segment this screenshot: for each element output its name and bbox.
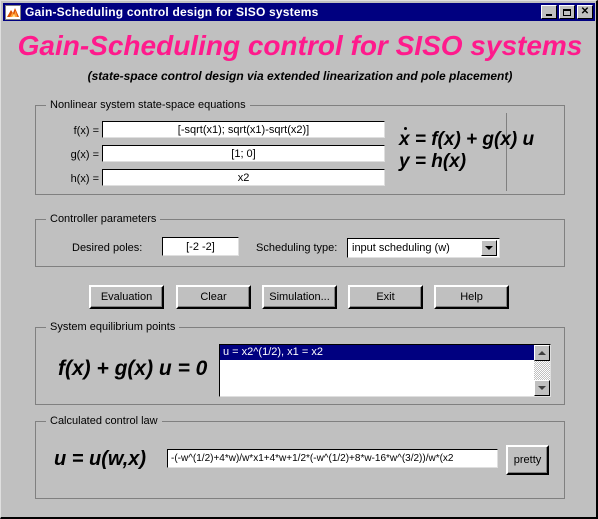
close-icon: ✕ <box>580 5 590 17</box>
control-law-group-label: Calculated control law <box>46 415 162 427</box>
equilibrium-points-list[interactable]: u = x2^(1/2), x1 = x2 <box>220 345 534 396</box>
scheduling-type-select[interactable]: input scheduling (w) <box>347 238 500 258</box>
state-equation-line2: y = h(x) <box>399 151 467 172</box>
controller-parameters-group-label: Controller parameters <box>46 213 161 225</box>
minimize-button[interactable] <box>541 5 557 19</box>
control-law-input[interactable]: -(-w^(1/2)+4*w)/w*x1+4*w+1/2*(-w^(1/2)+8… <box>167 449 498 468</box>
chevron-up-icon <box>538 351 546 355</box>
hx-label: h(x) = <box>70 173 99 185</box>
application-window: Gain-Scheduling control design for SISO … <box>0 0 598 519</box>
help-button[interactable]: Help <box>434 285 509 309</box>
gx-input[interactable]: [1; 0] <box>102 145 385 162</box>
list-item[interactable]: u = x2^(1/2), x1 = x2 <box>220 345 534 360</box>
maximize-button[interactable] <box>559 5 575 19</box>
clear-button[interactable]: Clear <box>176 285 251 309</box>
group-divider <box>506 113 507 191</box>
pretty-button[interactable]: pretty <box>506 445 549 475</box>
control-law-equation: u = u(w,x) <box>54 448 147 470</box>
gx-label: g(x) = <box>70 149 99 161</box>
simulation-button[interactable]: Simulation... <box>262 285 337 309</box>
equilibrium-equation: f(x) + g(x) u = 0 <box>58 357 208 380</box>
title-bar: Gain-Scheduling control design for SISO … <box>3 3 595 21</box>
desired-poles-input[interactable]: [-2 -2] <box>162 237 239 256</box>
window-controls: ✕ <box>541 5 593 19</box>
state-equation-line1: x = f(x) + g(x) u <box>399 127 535 151</box>
matlab-membrane-icon <box>5 4 21 20</box>
evaluation-button[interactable]: Evaluation <box>89 285 164 309</box>
scroll-down-button[interactable] <box>534 380 550 396</box>
scheduling-type-label: Scheduling type: <box>256 242 338 254</box>
titlebar-divider <box>3 21 595 23</box>
equilibrium-points-group-label: System equilibrium points <box>46 321 180 333</box>
hx-input[interactable]: x2 <box>102 169 385 186</box>
minimize-icon <box>546 13 552 16</box>
nonlinear-system-group-label: Nonlinear system state-space equations <box>46 99 250 111</box>
scrollbar-trough[interactable] <box>534 361 550 380</box>
page-subtitle: (state-space control design via extended… <box>87 69 513 83</box>
scroll-up-button[interactable] <box>534 345 550 361</box>
window-title: Gain-Scheduling control design for SISO … <box>25 5 319 19</box>
page-title: Gain-Scheduling control for SISO systems <box>17 30 583 61</box>
maximize-icon <box>563 8 571 16</box>
fx-label: f(x) = <box>73 125 99 137</box>
state-equation-line1-rest: = f(x) + g(x) u <box>409 129 535 150</box>
chevron-down-icon <box>538 386 546 390</box>
scheduling-type-value: input scheduling (w) <box>352 242 450 254</box>
close-button[interactable]: ✕ <box>577 5 593 19</box>
desired-poles-label: Desired poles: <box>72 242 143 254</box>
exit-button[interactable]: Exit <box>348 285 423 309</box>
listbox-scrollbar[interactable] <box>534 345 550 396</box>
equilibrium-points-listbox[interactable]: u = x2^(1/2), x1 = x2 <box>219 344 551 397</box>
fx-input[interactable]: [-sqrt(x1); sqrt(x1)-sqrt(x2)] <box>102 121 385 138</box>
x-dot-symbol: x <box>399 127 410 150</box>
chevron-down-icon[interactable] <box>481 240 497 256</box>
